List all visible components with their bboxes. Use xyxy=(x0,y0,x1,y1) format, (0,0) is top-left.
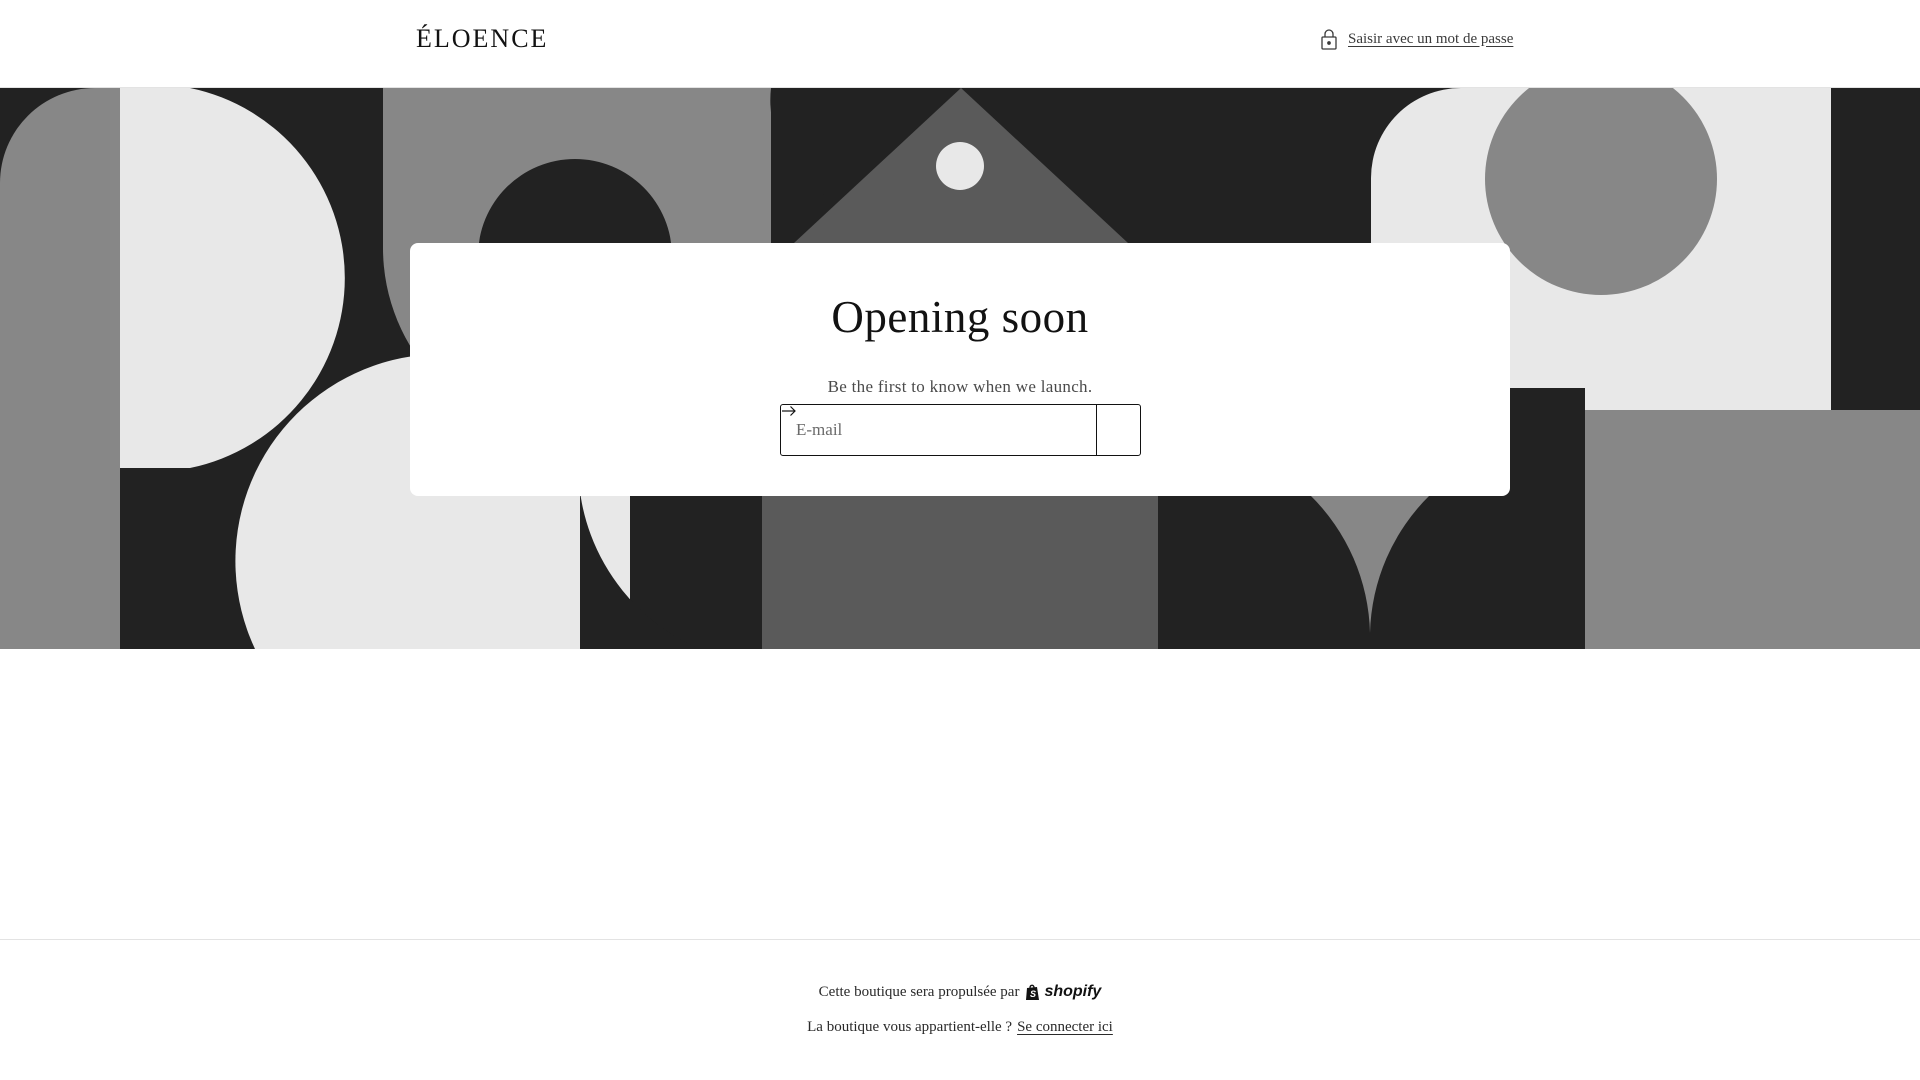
subscribe-button[interactable] xyxy=(782,405,1140,455)
arrow-right-icon xyxy=(782,406,796,416)
owner-question: La boutique vous appartient-elle ? xyxy=(807,1019,1013,1035)
site-footer: Cette boutique sera propulsée par S shop… xyxy=(0,939,1920,1080)
powered-by-text: Cette boutique sera propulsée par xyxy=(818,983,1020,1000)
powered-by: Cette boutique sera propulsée par S shop… xyxy=(0,983,1920,1001)
shopify-logo[interactable]: S shopify xyxy=(1025,983,1101,1001)
email-input[interactable] xyxy=(781,405,1096,455)
opening-soon-card: Opening soon Be the first to know when w… xyxy=(410,243,1510,496)
shopify-bag-icon: S xyxy=(1026,984,1040,1000)
password-login-link[interactable]: Saisir avec un mot de passe xyxy=(1320,28,1513,50)
page-title: Opening soon xyxy=(831,292,1089,342)
site-header: ÉLOENCE Saisir avec un mot de passe xyxy=(0,0,1920,88)
page-subtitle: Be the first to know when we launch. xyxy=(827,377,1093,396)
svg-text:S: S xyxy=(1030,989,1036,999)
owner-login-row: La boutique vous appartient-elle ? Se co… xyxy=(0,1019,1920,1036)
store-logo[interactable]: ÉLOENCE xyxy=(416,24,548,54)
admin-login-link[interactable]: Se connecter ici xyxy=(1017,1019,1113,1036)
lock-icon xyxy=(1321,29,1337,50)
newsletter-form xyxy=(780,404,1141,456)
password-link-label[interactable]: Saisir avec un mot de passe xyxy=(1348,31,1513,48)
hero-banner: Opening soon Be the first to know when w… xyxy=(0,88,1920,649)
shopify-wordmark: shopify xyxy=(1044,983,1102,1000)
